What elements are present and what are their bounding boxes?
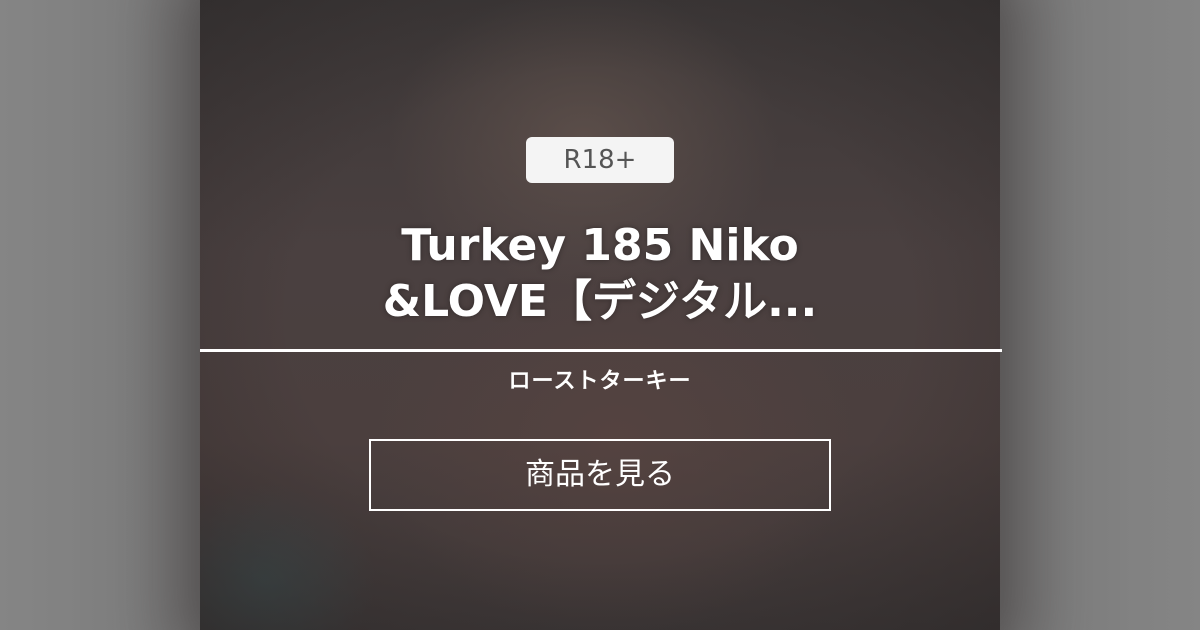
product-title-line-2: &LOVE【デジタル... (382, 276, 818, 327)
age-rating-badge: R18+ (526, 137, 674, 183)
title-divider (200, 349, 1002, 352)
product-title[interactable]: Turkey 185 Niko &LOVE【デジタル... (200, 218, 1000, 330)
view-product-button[interactable]: 商品を見る (369, 439, 831, 511)
product-title-line-1: Turkey 185 Niko (401, 220, 799, 271)
creator-name[interactable]: ローストターキー (200, 364, 1000, 400)
